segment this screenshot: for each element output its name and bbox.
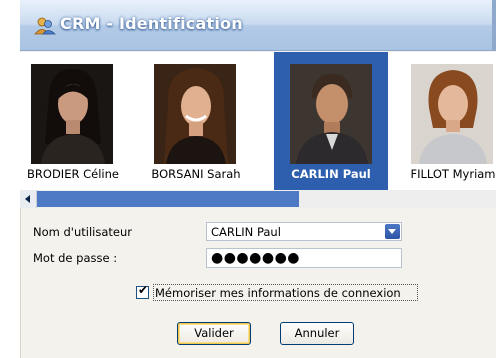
username-value: CARLIN Paul xyxy=(211,225,281,239)
cancel-button[interactable]: Annuler xyxy=(280,322,354,345)
check-icon: ✔ xyxy=(138,283,149,297)
username-select[interactable]: CARLIN Paul xyxy=(206,222,402,241)
user-photo xyxy=(154,64,236,164)
user-name: FILLOT Myriam xyxy=(410,167,496,181)
crm-app-icon xyxy=(34,17,56,35)
title-bar[interactable]: CRM - Identification xyxy=(20,0,496,51)
remember-label-focus[interactable]: Mémoriser mes informations de connexion xyxy=(153,284,418,301)
remember-label: Mémoriser mes informations de connexion xyxy=(155,286,401,300)
user-card-carlin[interactable]: CARLIN Paul xyxy=(274,52,388,190)
user-gallery: BRODIER Céline BORSANI Sarah CARLIN Paul… xyxy=(20,52,496,190)
scroll-left-button[interactable] xyxy=(20,190,37,208)
gallery-scrollbar[interactable] xyxy=(20,190,496,208)
user-card-fillot[interactable]: FILLOT Myriam xyxy=(398,52,496,190)
scroll-thumb[interactable] xyxy=(37,191,299,207)
user-card-brodier[interactable]: BRODIER Céline xyxy=(20,52,128,190)
title-bar-edge xyxy=(492,0,496,50)
user-photo xyxy=(290,64,372,164)
password-field[interactable]: ●●●●●●● xyxy=(206,248,402,268)
password-label: Mot de passe : xyxy=(33,251,118,265)
user-card-borsani[interactable]: BORSANI Sarah xyxy=(141,52,251,190)
validate-button[interactable]: Valider xyxy=(177,322,251,345)
user-name: BRODIER Céline xyxy=(27,167,119,181)
login-window: CRM - Identification BRODIER Céline BORS… xyxy=(20,0,496,358)
chevron-down-icon[interactable] xyxy=(385,224,400,239)
window-title: CRM - Identification xyxy=(60,14,243,33)
user-name: CARLIN Paul xyxy=(291,167,371,181)
password-mask: ●●●●●●● xyxy=(211,250,301,266)
user-photo xyxy=(411,64,493,164)
user-name: BORSANI Sarah xyxy=(151,167,241,181)
user-photo xyxy=(31,64,113,164)
remember-checkbox[interactable]: ✔ xyxy=(136,283,149,299)
username-label: Nom d'utilisateur xyxy=(33,225,132,239)
